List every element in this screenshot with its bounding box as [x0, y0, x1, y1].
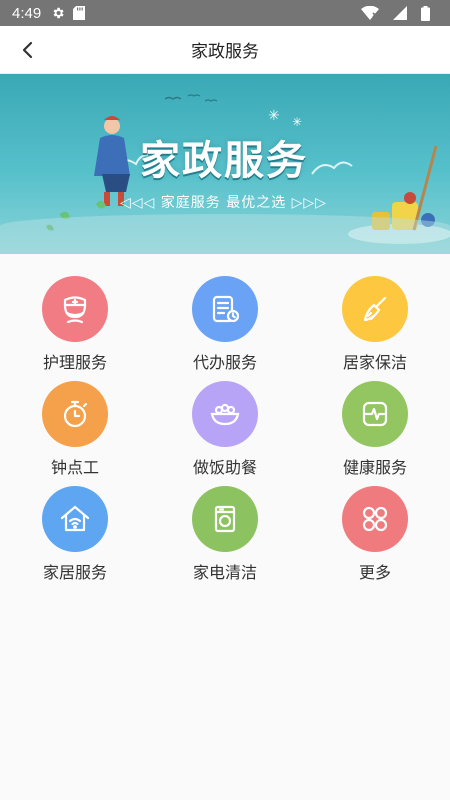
- service-item-5[interactable]: 做饭助餐: [150, 381, 300, 486]
- svg-text:✳: ✳: [292, 115, 302, 129]
- service-label: 家居服务: [42, 563, 107, 582]
- service-icon-circle: [342, 486, 408, 552]
- broom-icon: [357, 291, 393, 327]
- service-label: 代办服务: [192, 353, 257, 372]
- stopwatch-icon: [57, 396, 93, 432]
- service-item-3[interactable]: 居家保洁: [300, 276, 450, 381]
- service-icon-circle: [42, 486, 108, 552]
- banner-headline: 家政服务: [140, 138, 308, 184]
- service-item-7[interactable]: 家居服务: [0, 486, 150, 591]
- sd-card-icon: [73, 6, 86, 20]
- washing-machine-icon: [207, 501, 243, 537]
- service-item-8[interactable]: 家电清洁: [150, 486, 300, 591]
- service-item-4[interactable]: 钟点工: [0, 381, 150, 486]
- home-wifi-icon: [57, 501, 93, 537]
- service-icon-circle: [342, 381, 408, 447]
- service-label: 做饭助餐: [192, 458, 257, 477]
- more-circles-icon: [357, 501, 393, 537]
- food-bowl-icon: [207, 396, 243, 432]
- service-label: 居家保洁: [342, 353, 407, 372]
- banner-wave: [0, 214, 450, 254]
- service-label: 家电清洁: [192, 563, 257, 582]
- service-label: 护理服务: [42, 353, 107, 372]
- service-label: 健康服务: [342, 458, 407, 477]
- wifi-icon: [361, 6, 379, 20]
- svg-text:✳: ✳: [268, 108, 280, 124]
- service-icon-circle: [42, 276, 108, 342]
- promo-banner[interactable]: ✳ ✳ 家政服务 ◁◁◁ 家庭服务 最优之选 ▷▷▷: [0, 74, 450, 254]
- document-clock-icon: [207, 291, 243, 327]
- service-icon-circle: [192, 276, 258, 342]
- app-bar: 家政服务: [0, 26, 450, 74]
- service-item-9[interactable]: 更多: [300, 486, 450, 591]
- service-label: 更多: [358, 563, 391, 582]
- service-grid: 护理服务 代办服务 居家保洁 钟点工 做饭助餐 健康服务 家居服务 家电清洁 更…: [0, 254, 450, 591]
- settings-gear-icon: [51, 6, 65, 20]
- banner-subtitle: ◁◁◁ 家庭服务 最优之选 ▷▷▷: [120, 195, 327, 211]
- status-time: 4:49: [12, 4, 42, 22]
- service-icon-circle: [192, 381, 258, 447]
- service-icon-circle: [192, 486, 258, 552]
- service-item-2[interactable]: 代办服务: [150, 276, 300, 381]
- service-item-6[interactable]: 健康服务: [300, 381, 450, 486]
- service-label: 钟点工: [50, 458, 99, 477]
- back-button[interactable]: [12, 34, 44, 66]
- status-bar: 4:49: [0, 0, 450, 26]
- service-icon-circle: [342, 276, 408, 342]
- back-arrow-icon: [22, 41, 33, 59]
- cell-signal-icon: [393, 6, 407, 20]
- nurse-icon: [57, 291, 93, 327]
- service-item-1[interactable]: 护理服务: [0, 276, 150, 381]
- battery-icon: [421, 5, 430, 21]
- page-title: 家政服务: [191, 42, 259, 62]
- health-monitor-icon: [357, 396, 393, 432]
- service-icon-circle: [42, 381, 108, 447]
